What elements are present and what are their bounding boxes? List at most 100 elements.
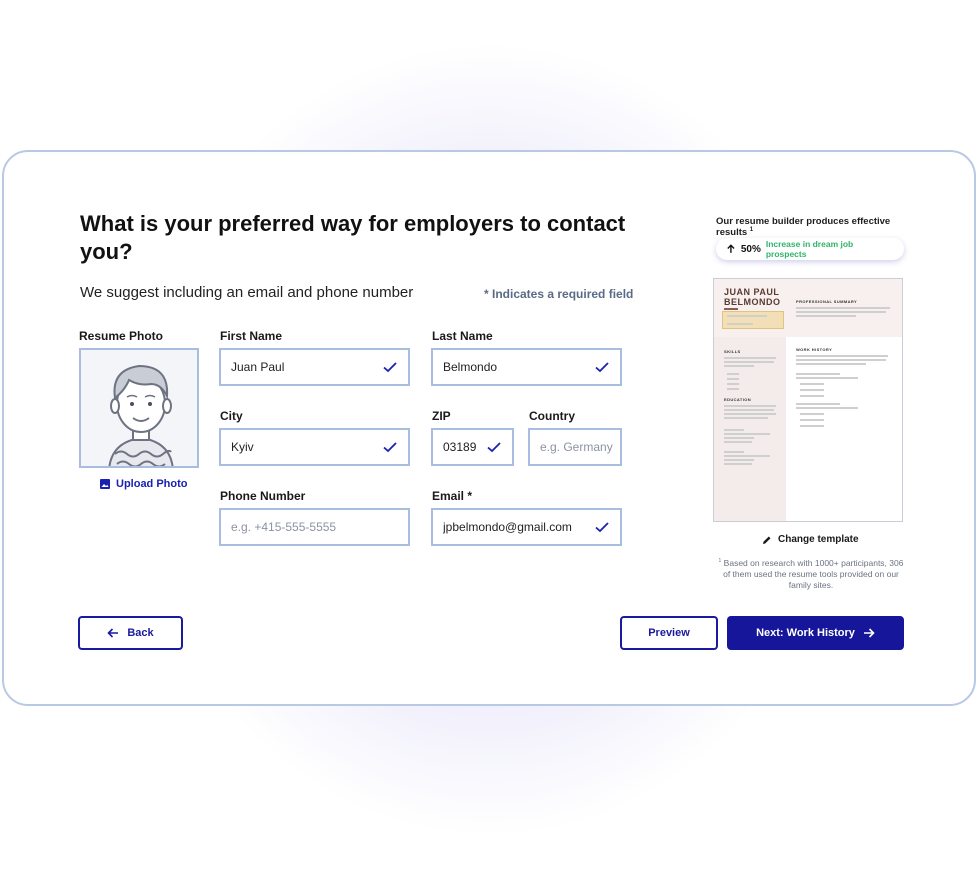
resume-text-line	[727, 378, 739, 380]
resume-text-line	[796, 355, 888, 357]
form-card: What is your preferred way for employers…	[2, 150, 976, 706]
zip-label: ZIP	[432, 409, 451, 423]
city-label: City	[220, 409, 243, 423]
resume-text-line	[724, 463, 752, 465]
phone-field[interactable]: e.g. +415-555-5555	[219, 508, 410, 546]
required-field-note: * Indicates a required field	[484, 287, 634, 301]
email-label: Email *	[432, 489, 473, 503]
resume-section-education: EDUCATION	[724, 397, 752, 402]
resume-text-line	[796, 407, 858, 409]
last-name-value: Belmondo	[443, 360, 498, 374]
page-subtitle: We suggest including an email and phone …	[80, 284, 414, 301]
results-heading-footnote-ref: 1	[749, 227, 754, 233]
resume-text-line	[724, 357, 776, 359]
country-placeholder: e.g. Germany	[540, 440, 613, 454]
resume-section-work-history: WORK HISTORY	[796, 347, 833, 352]
resume-text-line	[724, 405, 776, 407]
resume-text-line	[724, 455, 770, 457]
resume-photo-placeholder[interactable]	[79, 348, 199, 468]
stat-text: Increase in dream job prospects	[765, 239, 854, 259]
upload-photo-button[interactable]: Upload Photo	[100, 478, 188, 490]
footnote-ref: 1	[718, 558, 722, 564]
arrow-left-icon	[107, 628, 119, 638]
resume-text-line	[727, 383, 739, 385]
back-button[interactable]: Back	[78, 616, 183, 650]
resume-text-line	[796, 403, 840, 405]
resume-text-line	[727, 373, 739, 375]
phone-label: Phone Number	[220, 489, 306, 503]
email-value: jpbelmondo@gmail.com	[443, 520, 572, 534]
next-button-label: Next: Work History	[756, 627, 855, 639]
image-icon	[100, 479, 110, 489]
resume-text-line	[796, 363, 866, 365]
checkmark-icon	[383, 442, 397, 453]
resume-text-line	[727, 323, 753, 325]
results-heading: Our resume builder produces effective re…	[716, 216, 916, 238]
resume-name-line2: BELMONDO	[724, 297, 781, 307]
last-name-label: Last Name	[432, 329, 493, 343]
resume-text-line	[724, 409, 774, 411]
last-name-field[interactable]: Belmondo	[431, 348, 622, 386]
resume-section-summary: PROFESSIONAL SUMMARY	[796, 299, 858, 304]
checkmark-icon	[595, 522, 609, 533]
resume-text-line	[724, 451, 744, 453]
email-field[interactable]: jpbelmondo@gmail.com	[431, 508, 622, 546]
pencil-icon	[763, 536, 771, 544]
change-template-button[interactable]: Change template	[762, 534, 859, 545]
resume-text-line	[800, 383, 824, 385]
stat-value: 50%	[740, 243, 761, 255]
first-name-label: First Name	[220, 329, 283, 343]
resume-contact-box	[722, 311, 784, 329]
phone-placeholder: e.g. +415-555-5555	[231, 520, 337, 534]
preview-button-label: Preview	[648, 627, 690, 639]
zip-field[interactable]: 03189	[431, 428, 514, 466]
resume-text-line	[724, 433, 770, 435]
city-field[interactable]: Kyiv	[219, 428, 410, 466]
resume-text-line	[796, 307, 890, 309]
first-name-value: Juan Paul	[231, 360, 285, 374]
resume-text-line	[724, 437, 754, 439]
resume-text-line	[796, 359, 886, 361]
change-template-label: Change template	[778, 534, 859, 545]
resume-text-line	[796, 311, 886, 313]
research-footnote: 1 Based on research with 1000+ participa…	[716, 556, 906, 591]
stat-pill: 50% Increase in dream job prospects	[716, 238, 904, 260]
resume-photo-label: Resume Photo	[79, 329, 164, 343]
preview-button[interactable]: Preview	[620, 616, 718, 650]
avatar-illustration	[81, 350, 197, 466]
resume-section-skills: SKILLS	[724, 349, 741, 354]
footnote-text: Based on research with 1000+ participant…	[723, 557, 904, 590]
resume-text-line	[727, 388, 739, 390]
next-button[interactable]: Next: Work History	[727, 616, 904, 650]
resume-text-line	[724, 459, 754, 461]
results-heading-text: Our resume builder produces effective re…	[716, 216, 891, 239]
arrow-up-icon	[727, 244, 735, 253]
resume-text-line	[724, 361, 774, 363]
resume-text-line	[800, 395, 824, 397]
resume-text-line	[724, 365, 754, 367]
resume-text-line	[796, 373, 840, 375]
first-name-field[interactable]: Juan Paul	[219, 348, 410, 386]
resume-name: JUAN PAUL BELMONDO	[724, 287, 781, 307]
back-button-label: Back	[127, 627, 154, 639]
resume-text-line	[796, 315, 856, 317]
resume-text-line	[800, 389, 824, 391]
checkmark-icon	[487, 442, 501, 453]
page-title: What is your preferred way for employers…	[80, 211, 626, 264]
resume-name-line1: JUAN PAUL	[724, 287, 780, 297]
country-label: Country	[529, 409, 575, 423]
zip-value: 03189	[443, 440, 477, 454]
resume-text-line	[724, 417, 768, 419]
resume-text-line	[727, 315, 767, 317]
resume-text-line	[724, 429, 744, 431]
resume-text-line	[724, 413, 776, 415]
resume-text-line	[800, 413, 824, 415]
arrow-right-icon	[863, 628, 875, 638]
resume-text-line	[800, 425, 824, 427]
country-field[interactable]: e.g. Germany	[528, 428, 622, 466]
resume-template-preview[interactable]: JUAN PAUL BELMONDO PROFESSIONAL SUMMARY …	[713, 278, 903, 522]
upload-photo-label: Upload Photo	[116, 478, 188, 490]
resume-text-line	[800, 419, 824, 421]
checkmark-icon	[595, 362, 609, 373]
resume-text-line	[796, 377, 858, 379]
